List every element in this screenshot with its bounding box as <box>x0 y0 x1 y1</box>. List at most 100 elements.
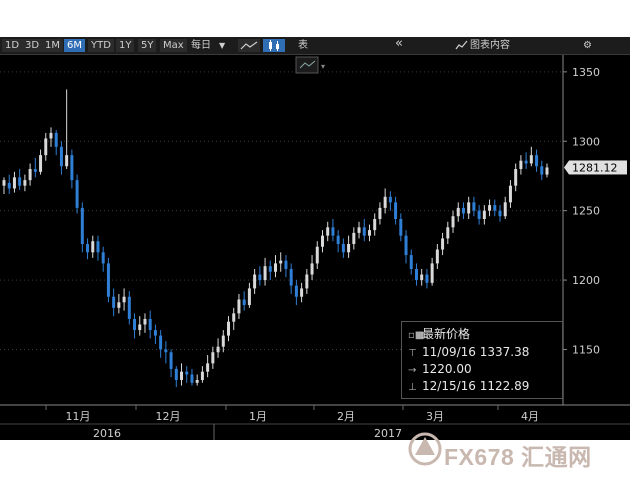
chart-content-button[interactable]: 图表内容 <box>470 39 510 52</box>
legend-low-row: ⊥ 12/15/16 1122.89 <box>408 378 529 394</box>
legend-high-date: 11/09/16 <box>422 345 476 359</box>
candle-body <box>174 368 178 381</box>
candle-body <box>441 238 445 250</box>
candle-body <box>279 260 283 264</box>
candle-body <box>420 274 424 281</box>
candle-body <box>49 132 53 139</box>
candle-body <box>237 299 241 314</box>
year-label: 2016 <box>93 427 121 440</box>
candle-body <box>294 285 298 297</box>
candle-body <box>75 180 79 208</box>
candle-body <box>456 207 460 217</box>
range-6m-button[interactable]: 6M <box>64 39 85 52</box>
candle-body <box>498 210 502 217</box>
candle-body <box>320 235 324 247</box>
candle-body <box>221 335 225 347</box>
legend-title: 最新价格 <box>422 327 471 341</box>
candle-body <box>341 243 345 253</box>
table-view-button[interactable]: 表 <box>298 39 308 52</box>
legend-low-value: 1122.89 <box>479 379 530 393</box>
candle-body <box>232 313 236 322</box>
legend-checkbox-icon[interactable]: ▫■ <box>408 328 424 344</box>
candle-body <box>493 205 497 211</box>
period-dropdown-caret[interactable]: ▼ <box>219 39 225 52</box>
candle-body <box>70 155 74 181</box>
last-price-label: 1281.12 <box>572 161 618 174</box>
period-dropdown-label[interactable]: 每日 <box>191 39 211 52</box>
price-legend: ▫■最新价格 ⊤ 11/09/16 1337.38 → 1220.00 ⊥ 12/15… <box>401 321 563 399</box>
candle-body <box>12 177 16 189</box>
candle-body <box>315 246 319 264</box>
range-1y-button[interactable]: 1Y <box>116 39 135 52</box>
candle-body <box>143 318 147 325</box>
candle-body <box>44 138 48 156</box>
candle-body <box>545 167 549 175</box>
candle-body <box>195 380 199 383</box>
candle-body <box>247 288 251 306</box>
candle-body <box>169 352 173 369</box>
candle-body <box>39 155 43 172</box>
candle-body <box>23 180 27 186</box>
candle-body <box>399 218 403 236</box>
x-tick-label: 3月 <box>426 410 444 423</box>
candle-body <box>373 218 377 231</box>
low-marker-icon: ⊥ <box>408 382 417 393</box>
candle-chart-icon[interactable] <box>263 39 285 52</box>
year-label: 2017 <box>374 427 402 440</box>
x-tick-label: 4月 <box>521 410 539 423</box>
candle-body <box>326 227 330 236</box>
candle-body <box>153 330 157 336</box>
range-ytd-button[interactable]: YTD <box>88 39 114 52</box>
candle-body <box>211 352 215 364</box>
watermark-text: FX678 汇通网 <box>444 444 592 470</box>
candle-body <box>216 346 220 353</box>
candle-body <box>59 146 63 167</box>
candle-body <box>106 263 110 297</box>
range-max-button[interactable]: Max <box>160 39 187 52</box>
candle-body <box>414 268 418 281</box>
settings-icon[interactable]: ⚙ <box>583 39 592 52</box>
candle-body <box>18 177 22 186</box>
candle-body <box>7 182 11 189</box>
legend-mid-value: 1220.00 <box>422 362 472 376</box>
range-1d-button[interactable]: 1D <box>2 39 23 52</box>
line-chart-icon[interactable] <box>238 39 260 52</box>
collapse-panel-button[interactable]: « <box>395 37 403 50</box>
candle-body <box>33 169 37 172</box>
candle-body <box>274 263 277 272</box>
candle-body <box>148 318 152 331</box>
candle-body <box>138 324 142 331</box>
candle-body <box>242 299 246 306</box>
candle-body <box>54 132 58 147</box>
candle-body <box>446 227 450 239</box>
x-tick-label: 12月 <box>156 410 181 423</box>
candle-body <box>362 227 366 236</box>
candle-body <box>112 296 116 308</box>
candle-body <box>503 202 507 217</box>
candle-body <box>310 263 314 275</box>
candle-body <box>91 241 95 253</box>
candle-body <box>482 210 486 219</box>
candle-body <box>378 207 382 219</box>
legend-low-date: 12/15/16 <box>422 379 476 393</box>
range-1m-button[interactable]: 1M <box>42 39 63 52</box>
candle-body <box>357 227 361 233</box>
range-3d-button[interactable]: 3D <box>22 39 43 52</box>
y-tick-label: 1350 <box>572 66 600 79</box>
candle-body <box>535 155 539 167</box>
candle-body <box>2 180 6 186</box>
legend-high-row: ⊤ 11/09/16 1337.38 <box>408 344 529 360</box>
y-tick-label: 1150 <box>572 343 600 356</box>
candle-body <box>388 196 392 203</box>
candle-body <box>268 266 272 272</box>
candle-body <box>190 374 194 383</box>
legend-title-row: ▫■最新价格 <box>408 326 470 342</box>
candle-body <box>164 349 168 353</box>
candle-body <box>127 296 131 319</box>
range-5y-button[interactable]: 5Y <box>138 39 157 52</box>
candle-body <box>394 202 398 219</box>
chart-content-icon[interactable] <box>455 39 468 52</box>
x-tick-label: 2月 <box>337 410 355 423</box>
candle-body <box>185 371 189 375</box>
candle-body <box>383 196 387 208</box>
